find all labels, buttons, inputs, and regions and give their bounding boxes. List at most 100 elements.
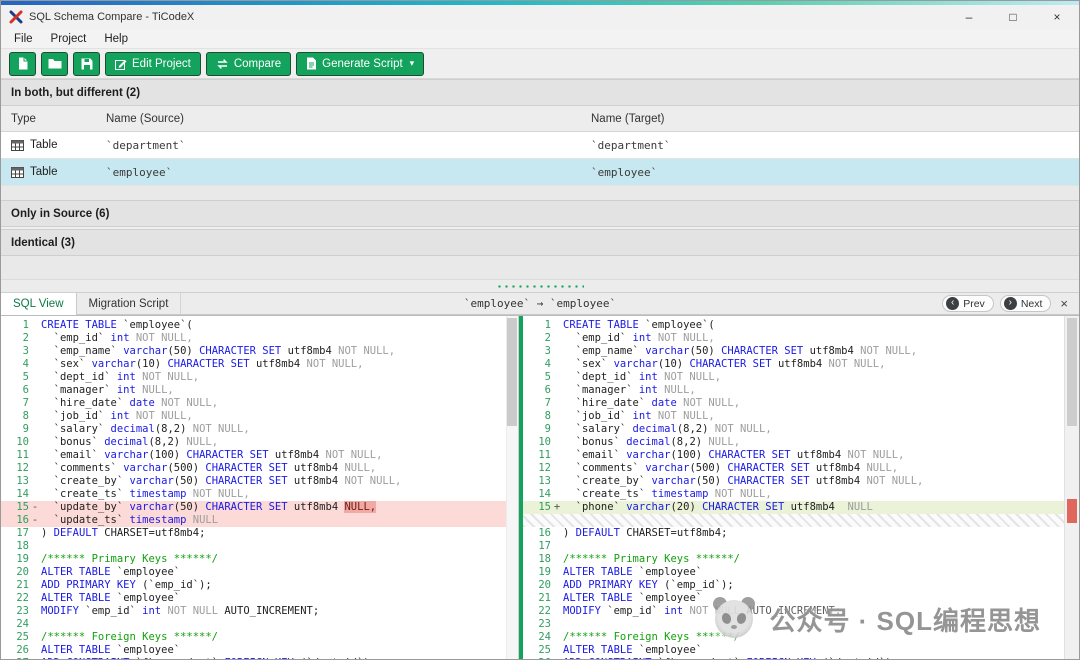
row-target-name: `department` <box>591 139 1079 152</box>
group-header-identical[interactable]: Identical (3) <box>1 229 1079 256</box>
compare-button[interactable]: Compare <box>206 52 291 76</box>
tab-sql-view[interactable]: SQL View <box>1 293 77 315</box>
menu-help[interactable]: Help <box>95 31 137 47</box>
edit-project-label: Edit Project <box>132 58 191 70</box>
code-line: 6 `manager` int NULL, <box>523 384 1064 397</box>
chevron-down-icon: ▾ <box>410 58 415 69</box>
group-header-different[interactable]: In both, but different (2) <box>1 79 1079 106</box>
next-diff-button[interactable]: › Next <box>1000 295 1052 312</box>
diff-title: `employee` → `employee` <box>464 293 616 314</box>
menu-file[interactable]: File <box>5 31 42 47</box>
code-line: 2 `emp_id` int NOT NULL, <box>523 332 1064 345</box>
maximize-button[interactable]: □ <box>991 5 1035 29</box>
source-scrollbar-thumb[interactable] <box>507 318 517 426</box>
code-line: 12 `comments` varchar(500) CHARACTER SET… <box>523 462 1064 475</box>
code-line: 22ALTER TABLE `employee` <box>1 592 518 605</box>
code-line: 15- `update_by` varchar(50) CHARACTER SE… <box>1 501 518 514</box>
edit-project-button[interactable]: Edit Project <box>105 52 201 76</box>
code-line: 6 `manager` int NULL, <box>1 384 518 397</box>
generate-script-label: Generate Script <box>322 58 403 70</box>
row-type-label: Table <box>30 139 58 151</box>
code-line: 9 `salary` decimal(8,2) NOT NULL, <box>523 423 1064 436</box>
code-line: 1CREATE TABLE `employee`( <box>523 319 1064 332</box>
source-scrollbar <box>506 316 518 659</box>
open-project-button[interactable] <box>41 52 68 76</box>
code-line: 12 `comments` varchar(500) CHARACTER SET… <box>1 462 518 475</box>
toolbar: Edit Project Compare Generate Script ▾ <box>1 49 1079 79</box>
code-line: 13 `create_by` varchar(50) CHARACTER SET… <box>1 475 518 488</box>
column-name-source[interactable]: Name (Source) <box>106 113 591 125</box>
code-line: 2 `emp_id` int NOT NULL, <box>1 332 518 345</box>
open-folder-icon <box>48 58 62 69</box>
code-line: 26ADD CONSTRAINT `fk_emp_dept` FOREIGN K… <box>523 657 1064 659</box>
diff-overview-marker <box>1067 499 1077 523</box>
code-line: 27ADD CONSTRAINT `fk_emp_dept` FOREIGN K… <box>1 657 518 659</box>
target-scrollbar-thumb[interactable] <box>1067 318 1077 426</box>
grid-filler <box>1 256 1079 279</box>
code-line: 20ADD PRIMARY KEY (`emp_id`); <box>523 579 1064 592</box>
code-line: 10 `bonus` decimal(8,2) NULL, <box>1 436 518 449</box>
diff-tabbar: SQL View Migration Script `employee` → `… <box>1 292 1079 315</box>
source-code-pane[interactable]: 1CREATE TABLE `employee`(2 `emp_id` int … <box>1 316 519 659</box>
code-line: 4 `sex` varchar(10) CHARACTER SET utf8mb… <box>523 358 1064 371</box>
app-window: SQL Schema Compare - TiCodeX – □ × File … <box>0 0 1080 660</box>
group-identical-label: Identical (3) <box>11 237 75 249</box>
group-header-only-source[interactable]: Only in Source (6) <box>1 200 1079 227</box>
code-line: 25/****** Foreign Keys ******/ <box>1 631 518 644</box>
target-scrollbar <box>1064 316 1079 659</box>
column-type[interactable]: Type <box>1 113 106 125</box>
watermark-text: 公众号 · SQL编程思想 <box>769 601 1041 638</box>
code-line: 18 <box>1 540 518 553</box>
code-line: 11 `email` varchar(100) CHARACTER SET ut… <box>1 449 518 462</box>
row-source-name: `department` <box>106 139 591 152</box>
tab-migration-script[interactable]: Migration Script <box>77 293 182 314</box>
tab-migration-script-label: Migration Script <box>89 298 169 310</box>
code-line: 7 `hire_date` date NOT NULL, <box>1 397 518 410</box>
save-project-button[interactable] <box>73 52 100 76</box>
code-line: 8 `job_id` int NOT NULL, <box>1 410 518 423</box>
titlebar: SQL Schema Compare - TiCodeX – □ × <box>1 5 1079 29</box>
next-label: Next <box>1021 298 1043 310</box>
prev-diff-button[interactable]: ‹ Prev <box>942 295 994 312</box>
new-project-button[interactable] <box>9 52 36 76</box>
table-row-employee[interactable]: Table `employee` `employee` <box>1 159 1079 186</box>
code-line: 19/****** Primary Keys ******/ <box>1 553 518 566</box>
window-title: SQL Schema Compare - TiCodeX <box>29 11 194 23</box>
code-line: 14 `create_ts` timestamp NOT NULL, <box>1 488 518 501</box>
generate-script-button[interactable]: Generate Script ▾ <box>296 52 424 76</box>
code-line: 20ALTER TABLE `employee` <box>1 566 518 579</box>
group-different-label: In both, but different (2) <box>11 87 140 99</box>
table-row-department[interactable]: Table `department` `department` <box>1 132 1079 159</box>
code-line: 3 `emp_name` varchar(50) CHARACTER SET u… <box>1 345 518 358</box>
code-line <box>523 514 1064 527</box>
splitter-handle-icon <box>496 284 584 289</box>
code-line: 9 `salary` decimal(8,2) NOT NULL, <box>1 423 518 436</box>
code-line: 3 `emp_name` varchar(50) CHARACTER SET u… <box>523 345 1064 358</box>
code-line: 26ALTER TABLE `employee` <box>1 644 518 657</box>
code-line: 15+ `phone` varchar(20) CHARACTER SET ut… <box>523 501 1064 514</box>
menu-project[interactable]: Project <box>42 31 96 47</box>
panel-splitter[interactable] <box>1 279 1079 292</box>
close-diff-icon[interactable]: × <box>1057 296 1071 311</box>
code-line: 5 `dept_id` int NOT NULL, <box>1 371 518 384</box>
code-line: 17 <box>523 540 1064 553</box>
table-icon <box>11 167 24 178</box>
close-button[interactable]: × <box>1035 5 1079 29</box>
minimize-button[interactable]: – <box>947 5 991 29</box>
code-line: 16- `update_ts` timestamp NULL <box>1 514 518 527</box>
code-line: 8 `job_id` int NOT NULL, <box>523 410 1064 423</box>
source-code-lines: 1CREATE TABLE `employee`(2 `emp_id` int … <box>1 319 518 659</box>
code-line: 19ALTER TABLE `employee` <box>523 566 1064 579</box>
prev-arrow-icon: ‹ <box>946 297 959 310</box>
table-icon <box>11 140 24 151</box>
compare-arrows-icon <box>216 58 229 70</box>
code-line: 7 `hire_date` date NOT NULL, <box>523 397 1064 410</box>
row-source-name: `employee` <box>106 166 591 179</box>
prev-label: Prev <box>963 298 985 310</box>
code-line: 13 `create_by` varchar(50) CHARACTER SET… <box>523 475 1064 488</box>
tab-sql-view-label: SQL View <box>13 298 64 310</box>
row-type-label: Table <box>30 166 58 178</box>
grid-column-header: Type Name (Source) Name (Target) <box>1 106 1079 132</box>
column-name-target[interactable]: Name (Target) <box>591 113 1079 125</box>
save-icon <box>81 58 93 70</box>
